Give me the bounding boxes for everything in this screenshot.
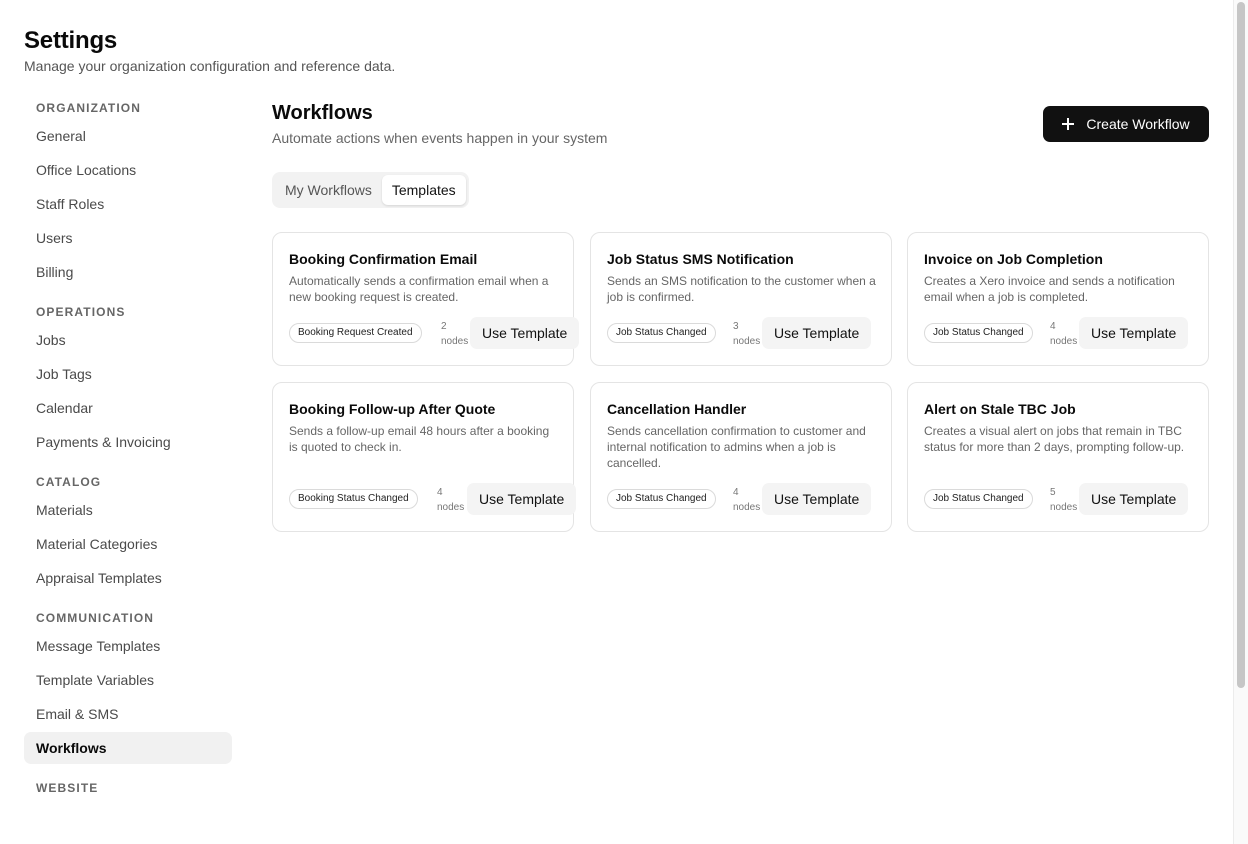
sidebar-item-email-sms[interactable]: Email & SMS	[24, 698, 232, 730]
section-heading: COMMUNICATION	[36, 611, 155, 625]
sidebar-item-billing[interactable]: Billing	[24, 256, 232, 288]
node-count: 5 nodes	[1050, 487, 1078, 513]
template-description: Automatically sends a confirmation email…	[289, 274, 549, 304]
sidebar-item-users[interactable]: Users	[24, 222, 232, 254]
settings-page: Settings Manage your organization config…	[0, 0, 1248, 844]
sidebar-section-communication: COMMUNICATION Message Templates Template…	[24, 608, 232, 764]
sidebar-item-general[interactable]: General	[24, 120, 232, 152]
section-heading: CATALOG	[36, 475, 102, 489]
template-title: Job Status SMS Notification	[607, 251, 794, 267]
sidebar-item-job-tags[interactable]: Job Tags	[24, 358, 232, 390]
create-workflow-label: Create Workflow	[1086, 116, 1190, 132]
sidebar-item-staff-roles[interactable]: Staff Roles	[24, 188, 232, 220]
settings-sidebar: ORGANIZATION General Office Locations St…	[24, 98, 232, 812]
sidebar-item-material-categories[interactable]: Material Categories	[24, 528, 232, 560]
template-description: Creates a Xero invoice and sends a notif…	[924, 274, 1175, 304]
sidebar-item-office-locations[interactable]: Office Locations	[24, 154, 232, 186]
trigger-badge: Job Status Changed	[607, 323, 716, 343]
plus-icon	[1062, 118, 1075, 130]
section-heading: WEBSITE	[36, 781, 99, 795]
sidebar-item-materials[interactable]: Materials	[24, 494, 232, 526]
trigger-badge: Booking Request Created	[289, 323, 422, 343]
use-template-button[interactable]: Use Template	[1079, 483, 1189, 515]
sidebar-section-operations: OPERATIONS Jobs Job Tags Calendar Paymen…	[24, 302, 232, 458]
template-description: Sends cancellation confirmation to custo…	[607, 424, 866, 470]
node-count: 4 nodes	[437, 487, 465, 513]
trigger-badge: Booking Status Changed	[289, 489, 418, 509]
sidebar-item-jobs[interactable]: Jobs	[24, 324, 232, 356]
node-count: 2 nodes	[441, 321, 469, 347]
node-count: 3 nodes	[733, 321, 761, 347]
tab-my-workflows[interactable]: My Workflows	[275, 175, 382, 205]
template-card: Cancellation Handler Sends cancellation …	[590, 382, 892, 532]
trigger-badge: Job Status Changed	[924, 489, 1033, 509]
sidebar-item-workflows[interactable]: Workflows	[24, 732, 232, 764]
page-subtitle: Manage your organization configuration a…	[24, 58, 396, 74]
section-heading: ORGANIZATION	[36, 101, 141, 115]
sidebar-section-website: WEBSITE	[24, 778, 232, 798]
create-workflow-button[interactable]: Create Workflow	[1043, 106, 1209, 142]
template-title: Booking Confirmation Email	[289, 251, 478, 267]
sidebar-item-template-variables[interactable]: Template Variables	[24, 664, 232, 696]
workflows-title: Workflows	[272, 102, 373, 124]
workflows-subtitle: Automate actions when events happen in y…	[272, 130, 608, 146]
node-count: 4 nodes	[733, 487, 761, 513]
sidebar-item-payments-invoicing[interactable]: Payments & Invoicing	[24, 426, 232, 458]
template-title: Booking Follow-up After Quote	[289, 401, 496, 417]
use-template-button[interactable]: Use Template	[467, 483, 577, 515]
scrollbar-thumb[interactable]	[1237, 2, 1245, 688]
template-description: Sends a follow-up email 48 hours after a…	[289, 424, 550, 454]
sidebar-item-calendar[interactable]: Calendar	[24, 392, 232, 424]
template-title: Cancellation Handler	[607, 401, 747, 417]
template-card: Booking Follow-up After Quote Sends a fo…	[272, 382, 577, 532]
use-template-button[interactable]: Use Template	[470, 317, 580, 349]
use-template-button[interactable]: Use Template	[762, 483, 872, 515]
page-title: Settings	[24, 27, 118, 54]
template-description: Creates a visual alert on jobs that rema…	[924, 424, 1185, 454]
template-title: Alert on Stale TBC Job	[924, 401, 1076, 417]
template-card: Booking Confirmation Email Automatically…	[272, 232, 580, 366]
tab-templates[interactable]: Templates	[381, 175, 466, 205]
use-template-button[interactable]: Use Template	[1079, 317, 1189, 349]
sidebar-item-message-templates[interactable]: Message Templates	[24, 630, 232, 662]
sidebar-item-appraisal-templates[interactable]: Appraisal Templates	[24, 562, 232, 594]
workflow-tabs: My Workflows Templates	[272, 172, 469, 208]
use-template-button[interactable]: Use Template	[762, 317, 872, 349]
template-title: Invoice on Job Completion	[924, 251, 1103, 267]
sidebar-section-catalog: CATALOG Materials Material Categories Ap…	[24, 472, 232, 594]
sidebar-section-organization: ORGANIZATION General Office Locations St…	[24, 98, 232, 288]
template-card: Invoice on Job Completion Creates a Xero…	[907, 232, 1209, 366]
template-card: Job Status SMS Notification Sends an SMS…	[590, 232, 892, 366]
template-card: Alert on Stale TBC Job Creates a visual …	[907, 382, 1209, 532]
trigger-badge: Job Status Changed	[924, 323, 1033, 343]
node-count: 4 nodes	[1050, 321, 1078, 347]
template-description: Sends an SMS notification to the custome…	[607, 274, 876, 304]
trigger-badge: Job Status Changed	[607, 489, 716, 509]
section-heading: OPERATIONS	[36, 305, 126, 319]
